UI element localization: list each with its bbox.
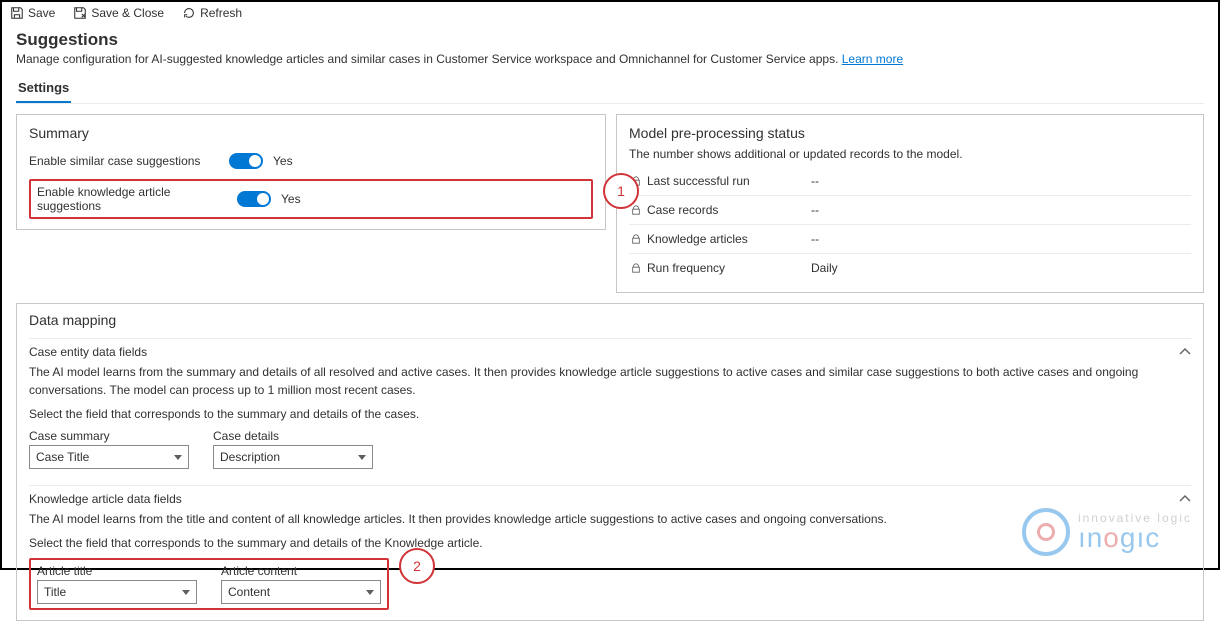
knowledge-articles-toggle[interactable] bbox=[237, 191, 271, 207]
watermark-brand-left: ın bbox=[1078, 522, 1103, 553]
summary-panel: Summary Enable similar case suggestions … bbox=[16, 114, 606, 230]
case-details-dropdown[interactable]: Description bbox=[213, 445, 373, 469]
save-label: Save bbox=[28, 6, 55, 20]
highlight-article-fields: Article title Title Article content Cont… bbox=[29, 558, 389, 610]
knowledge-articles-value: Yes bbox=[281, 192, 301, 206]
page-title: Suggestions bbox=[16, 30, 1204, 50]
refresh-label: Refresh bbox=[200, 6, 242, 20]
similar-cases-label: Enable similar case suggestions bbox=[29, 154, 219, 168]
status-row: Last successful run-- bbox=[629, 167, 1191, 195]
case-details-field: Case details Description bbox=[213, 429, 373, 469]
status-row: Knowledge articles-- bbox=[629, 224, 1191, 253]
status-label: Knowledge articles bbox=[631, 232, 811, 246]
knowledge-articles-label: Enable knowledge article suggestions bbox=[37, 185, 227, 213]
data-mapping-panel: Data mapping Case entity data fields The… bbox=[16, 303, 1204, 621]
data-mapping-heading: Data mapping bbox=[17, 304, 1203, 332]
caret-down-icon bbox=[182, 590, 190, 595]
tab-row: Settings bbox=[16, 76, 1204, 104]
ka-title-row[interactable]: Knowledge article data fields bbox=[29, 485, 1191, 506]
case-summary-dropdown[interactable]: Case Title bbox=[29, 445, 189, 469]
similar-cases-toggle[interactable] bbox=[229, 153, 263, 169]
article-title-value: Title bbox=[44, 585, 66, 599]
annotation-1: 1 bbox=[603, 173, 639, 209]
caret-down-icon bbox=[358, 455, 366, 460]
lock-icon bbox=[631, 263, 641, 273]
summary-row-knowledge-articles: Enable knowledge article suggestions Yes bbox=[37, 185, 585, 213]
case-summary-value: Case Title bbox=[36, 450, 89, 464]
caret-down-icon bbox=[366, 590, 374, 595]
command-bar: Save Save & Close Refresh bbox=[2, 2, 1218, 24]
save-close-label: Save & Close bbox=[91, 6, 164, 20]
learn-more-link[interactable]: Learn more bbox=[842, 52, 903, 66]
chevron-up-icon bbox=[1179, 346, 1191, 358]
ka-title: Knowledge article data fields bbox=[29, 492, 182, 506]
status-label: Last successful run bbox=[631, 174, 811, 188]
case-entity-title-row[interactable]: Case entity data fields bbox=[29, 338, 1191, 359]
article-title-label: Article title bbox=[37, 564, 197, 578]
status-value: -- bbox=[811, 232, 819, 246]
lock-icon bbox=[631, 205, 641, 215]
lock-icon bbox=[631, 234, 641, 244]
summary-heading: Summary bbox=[29, 125, 593, 141]
case-summary-field: Case summary Case Title bbox=[29, 429, 189, 469]
ka-help-1: The AI model learns from the title and c… bbox=[29, 510, 1191, 528]
watermark-brand-mid: o bbox=[1103, 522, 1120, 553]
watermark-logo: innovative logic ınogıc bbox=[1022, 508, 1192, 556]
status-row: Case records-- bbox=[629, 195, 1191, 224]
article-title-dropdown[interactable]: Title bbox=[37, 580, 197, 604]
status-panel: Model pre-processing status The number s… bbox=[616, 114, 1204, 293]
summary-row-similar-cases: Enable similar case suggestions Yes bbox=[29, 147, 593, 175]
ka-help-2: Select the field that corresponds to the… bbox=[29, 534, 1191, 552]
status-heading: Model pre-processing status bbox=[629, 125, 1191, 141]
status-label: Run frequency bbox=[631, 261, 811, 275]
page-subtitle-text: Manage configuration for AI-suggested kn… bbox=[16, 52, 838, 66]
article-title-field: Article title Title bbox=[37, 564, 197, 604]
article-content-dropdown[interactable]: Content bbox=[221, 580, 381, 604]
status-value: -- bbox=[811, 203, 819, 217]
tab-settings[interactable]: Settings bbox=[16, 76, 71, 103]
save-icon bbox=[10, 6, 24, 20]
status-value: -- bbox=[811, 174, 819, 188]
watermark-ring-icon bbox=[1022, 508, 1070, 556]
case-entity-section: Case entity data fields The AI model lea… bbox=[17, 332, 1203, 479]
page-subtitle: Manage configuration for AI-suggested kn… bbox=[16, 52, 1204, 66]
case-help-1: The AI model learns from the summary and… bbox=[29, 363, 1191, 399]
article-content-label: Article content bbox=[221, 564, 381, 578]
article-content-field: Article content Content bbox=[221, 564, 381, 604]
case-entity-title: Case entity data fields bbox=[29, 345, 147, 359]
refresh-icon bbox=[182, 6, 196, 20]
status-row: Run frequencyDaily bbox=[629, 253, 1191, 282]
save-button[interactable]: Save bbox=[10, 6, 55, 20]
case-help-2: Select the field that corresponds to the… bbox=[29, 405, 1191, 423]
status-label: Case records bbox=[631, 203, 811, 217]
article-content-value: Content bbox=[228, 585, 270, 599]
watermark-brand: ınogıc bbox=[1078, 524, 1192, 552]
case-details-label: Case details bbox=[213, 429, 373, 443]
status-sub: The number shows additional or updated r… bbox=[629, 147, 1191, 161]
case-details-value: Description bbox=[220, 450, 280, 464]
status-value: Daily bbox=[811, 261, 838, 275]
highlight-enable-ka: Enable knowledge article suggestions Yes… bbox=[29, 179, 593, 219]
watermark-brand-right: gıc bbox=[1120, 522, 1160, 553]
refresh-button[interactable]: Refresh bbox=[182, 6, 242, 20]
save-close-icon bbox=[73, 6, 87, 20]
similar-cases-value: Yes bbox=[273, 154, 293, 168]
case-summary-label: Case summary bbox=[29, 429, 189, 443]
save-close-button[interactable]: Save & Close bbox=[73, 6, 164, 20]
annotation-2: 2 bbox=[399, 548, 435, 584]
caret-down-icon bbox=[174, 455, 182, 460]
chevron-up-icon bbox=[1179, 493, 1191, 505]
